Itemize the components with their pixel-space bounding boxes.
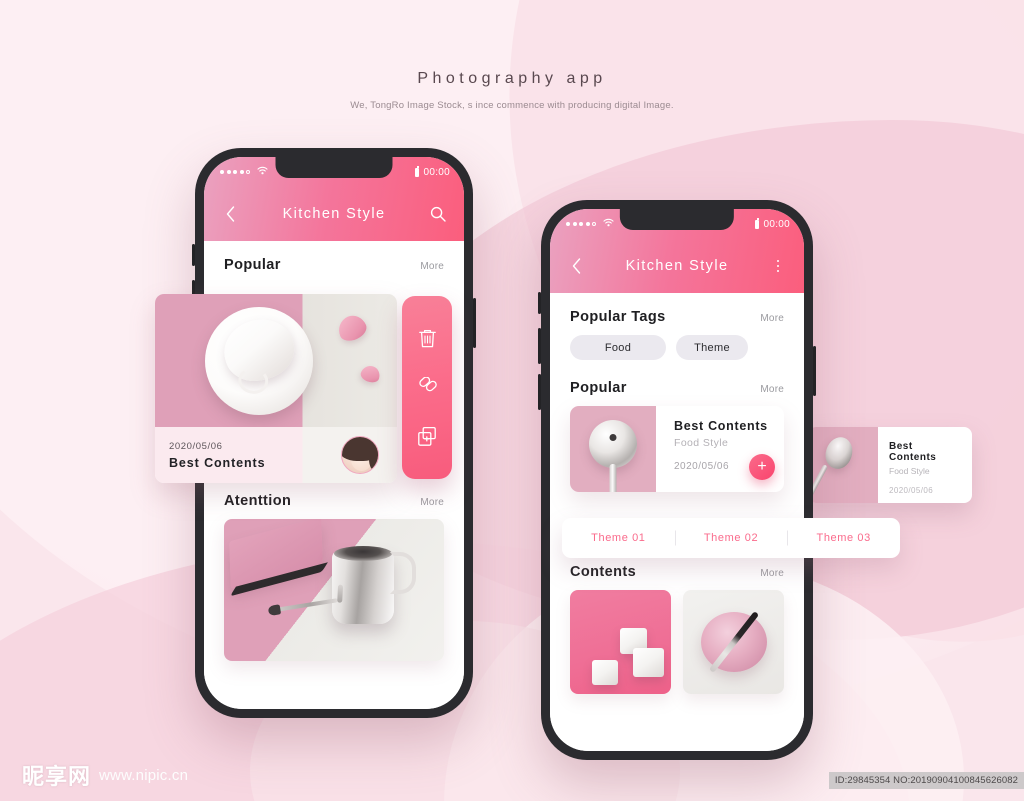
tag-pill-food[interactable]: Food	[570, 335, 666, 360]
kettle-rim	[334, 546, 392, 561]
section-more-link[interactable]: More	[420, 497, 444, 508]
popular-card-thumbnail	[570, 406, 656, 492]
phone2-side-button-power[interactable]	[813, 346, 816, 396]
phone1-notch	[275, 157, 393, 178]
phone1-status-right: 00:00	[415, 166, 450, 178]
phone2-screen: 00:00 Kitchen Style Popular Tags More Fo…	[550, 209, 804, 751]
signal-dots-icon	[220, 170, 250, 174]
kebab-menu-icon[interactable]	[768, 256, 788, 276]
phone-mockup-2: 00:00 Kitchen Style Popular Tags More Fo…	[538, 200, 816, 760]
trash-icon[interactable]	[416, 328, 438, 350]
popular-card-date: 2020/05/06	[169, 440, 223, 452]
phone1-side-button-mute[interactable]	[192, 244, 195, 266]
site-watermark: 昵享网 www.nipic.cn	[22, 759, 188, 791]
petal-graphic	[334, 311, 370, 345]
section-title: Popular Tags	[570, 309, 666, 325]
phone1-clock: 00:00	[423, 166, 450, 178]
duplicate-add-icon[interactable]	[416, 426, 438, 448]
popular-card-meta: 2020/05/06 Best Contents	[155, 427, 397, 483]
phone2-side-button-volume-up[interactable]	[538, 328, 541, 364]
poster-heading: Photography app We, TongRo Image Stock, …	[0, 70, 1024, 111]
phone1-status-left	[220, 166, 268, 178]
phone1-page-title: Kitchen Style	[282, 206, 386, 222]
content-tile-plate-knife[interactable]	[683, 590, 784, 694]
section-title: Contents	[570, 564, 637, 580]
section-title: Popular	[570, 380, 627, 396]
section-more-link[interactable]: More	[420, 261, 444, 272]
phone2-section-popular-tags-header: Popular Tags More	[550, 293, 804, 333]
popular-card-title: Best Contents	[674, 419, 768, 433]
search-icon[interactable]	[428, 204, 448, 224]
round-spoon-graphic	[589, 420, 637, 468]
add-button[interactable]: +	[749, 454, 775, 480]
spoon-handle-graphic	[609, 464, 617, 492]
watermark-brand: 昵享网	[22, 764, 92, 789]
popular-card-text: 2020/05/06 Best Contents	[169, 441, 341, 470]
phone2-popular-card[interactable]: Best Contents Food Style 2020/05/06 +	[570, 406, 784, 492]
phone1-action-rail	[402, 296, 452, 479]
phone1-section-attention-header: Atenttion More	[204, 477, 464, 517]
wifi-icon	[603, 218, 614, 230]
phone2-floating-card[interactable]: Best Contents Food Style 2020/05/06	[808, 427, 972, 503]
phone2-status-right: 00:00	[755, 218, 790, 230]
battery-icon	[415, 166, 420, 177]
phone1-section-popular-header: Popular More	[204, 241, 464, 281]
chevron-left-icon[interactable]	[220, 204, 240, 224]
kettle-spout	[276, 598, 338, 612]
phone2-side-button-volume-down[interactable]	[538, 374, 541, 410]
phone2-status-left	[566, 218, 614, 230]
tag-pill-theme[interactable]: Theme	[676, 335, 748, 360]
content-tile-sugar-cubes[interactable]	[570, 590, 671, 694]
phone1-navbar: Kitchen Style	[204, 187, 464, 241]
floating-card-title: Best Contents	[889, 441, 937, 463]
section-more-link[interactable]: More	[760, 313, 784, 324]
floating-card-date: 2020/05/06	[889, 486, 934, 495]
battery-icon	[755, 218, 760, 229]
phone2-clock: 00:00	[763, 218, 790, 230]
link-icon[interactable]	[416, 377, 438, 399]
avatar-hair	[342, 437, 378, 471]
asset-id-watermark: ID:29845354 NO:20190904100845626082	[828, 772, 1024, 789]
tab-theme-01[interactable]: Theme 01	[562, 532, 675, 544]
poster-title: Photography app	[417, 70, 607, 87]
pink-book-graphic	[229, 519, 323, 590]
phone2-theme-tab-bar: Theme 01 Theme 02 Theme 03	[562, 518, 900, 558]
phone2-side-button-mute[interactable]	[538, 292, 541, 314]
phone2-navbar: Kitchen Style	[550, 239, 804, 293]
phone1-popular-card[interactable]: 2020/05/06 Best Contents	[155, 294, 397, 483]
phone2-notch	[619, 209, 735, 230]
floating-card-thumbnail	[808, 427, 878, 503]
tab-theme-02[interactable]: Theme 02	[675, 532, 788, 544]
poster-background	[0, 0, 1024, 801]
popular-card-image	[155, 294, 397, 427]
popular-card-subtitle: Food Style	[674, 437, 729, 449]
sugar-cube-graphic	[633, 648, 664, 677]
signal-dots-icon	[566, 222, 596, 226]
watermark-url: www.nipic.cn	[99, 766, 189, 784]
phone1-attention-card[interactable]	[224, 519, 444, 661]
popular-card-title: Best Contents	[169, 455, 266, 470]
phone2-section-popular-header: Popular More	[550, 364, 804, 404]
section-title: Popular	[224, 257, 281, 273]
section-more-link[interactable]: More	[760, 384, 784, 395]
floating-card-subtitle: Food Style	[889, 466, 930, 476]
kettle-handle	[390, 552, 416, 594]
sugar-cube-graphic	[592, 660, 618, 685]
chevron-left-icon[interactable]	[566, 256, 586, 276]
avatar[interactable]	[341, 436, 379, 474]
section-title: Atenttion	[224, 493, 292, 509]
poster-subtitle: We, TongRo Image Stock, s ince commence …	[350, 100, 674, 111]
phone1-side-button-power[interactable]	[473, 298, 476, 348]
tab-theme-03[interactable]: Theme 03	[787, 532, 900, 544]
section-more-link[interactable]: More	[760, 568, 784, 579]
phone2-tag-row: Food Theme	[550, 333, 804, 364]
phone2-page-title: Kitchen Style	[625, 258, 729, 274]
floating-card-info: Best Contents Food Style 2020/05/06	[878, 427, 972, 503]
wifi-icon	[257, 166, 268, 178]
petal-graphic	[358, 363, 383, 385]
phone2-contents-grid	[550, 588, 804, 694]
